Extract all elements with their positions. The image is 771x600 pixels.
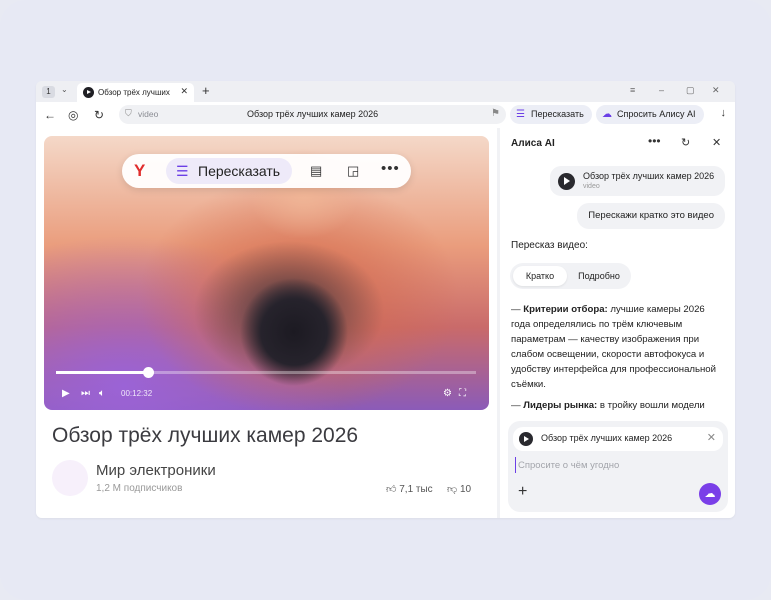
video-progress-fill bbox=[56, 371, 149, 374]
overlay-retell-label: Пересказать bbox=[198, 163, 281, 179]
settings-gear-icon[interactable]: ⚙ bbox=[443, 388, 452, 399]
tab-close-icon[interactable]: ✕ bbox=[180, 86, 188, 97]
new-tab-icon[interactable]: + bbox=[202, 83, 210, 98]
minimize-icon[interactable]: – bbox=[659, 85, 664, 95]
video-time: 00:12:32 bbox=[121, 389, 153, 398]
context-chip[interactable]: Обзор трёх лучших камер 2026 ✕ bbox=[513, 427, 723, 451]
video-title: Обзор трёх лучших камер 2026 bbox=[52, 424, 359, 447]
retell-icon: ☰ bbox=[176, 163, 189, 179]
address-bar[interactable]: ⛉ video Обзор трёх лучших камер 2026 ⚑ bbox=[119, 105, 506, 124]
picture-in-picture-icon[interactable]: ◲ bbox=[347, 163, 359, 179]
tab-strip: 1 ⌄ Обзор трёх лучших ✕ + ≡ – ▢ ✕ bbox=[36, 81, 735, 102]
panel-more-icon[interactable]: ••• bbox=[648, 134, 661, 148]
summary-point: — Лидеры рынка: в тройку вошли модели bbox=[511, 398, 726, 413]
alice-icon: ☁ bbox=[602, 109, 612, 120]
next-icon[interactable]: ⏭ bbox=[81, 388, 90, 399]
yandex-logo-icon[interactable]: Y bbox=[134, 161, 145, 181]
remove-context-icon[interactable]: ✕ bbox=[707, 431, 716, 444]
back-arrow-icon[interactable]: ← bbox=[44, 108, 56, 122]
retell-button[interactable]: ☰ Пересказать bbox=[510, 105, 592, 124]
alice-side-panel: Алиса AI ••• ↻ ✕ Обзор трёх лучших камер… bbox=[500, 128, 735, 518]
video-favicon-icon bbox=[83, 87, 94, 98]
dislike-button[interactable]: 👎︎ 10 bbox=[447, 483, 471, 495]
video-page: Y ☰ Пересказать ▤ ◲ ••• ▶ ⏭ 🔈︎ 00:12:32 … bbox=[36, 128, 497, 518]
browser-window: 1 ⌄ Обзор трёх лучших ✕ + ≡ – ▢ ✕ ← ◎ ↻ … bbox=[36, 81, 735, 518]
video-progress-knob[interactable] bbox=[143, 367, 155, 378]
chevron-down-icon[interactable]: ⌄ bbox=[61, 85, 68, 94]
point-heading: Критерии отбора: bbox=[523, 304, 608, 315]
panel-close-icon[interactable]: ✕ bbox=[712, 136, 721, 149]
channel-name[interactable]: Мир электроники bbox=[96, 462, 216, 479]
point-heading: Лидеры рынка: bbox=[523, 400, 598, 411]
message-composer: Обзор трёх лучших камер 2026 ✕ + ☁ bbox=[508, 421, 728, 512]
like-button[interactable]: 👍︎ 7,1 тыс bbox=[386, 483, 433, 495]
bullet-dash: — bbox=[511, 400, 524, 411]
video-progress-bar[interactable] bbox=[56, 367, 476, 378]
maximize-icon[interactable]: ▢ bbox=[686, 85, 695, 96]
attach-plus-icon[interactable]: + bbox=[518, 484, 527, 500]
screenshot-frame: 1 ⌄ Обзор трёх лучших ✕ + ≡ – ▢ ✕ ← ◎ ↻ … bbox=[0, 0, 771, 600]
video-player[interactable]: Y ☰ Пересказать ▤ ◲ ••• ▶ ⏭ 🔈︎ 00:12:32 … bbox=[44, 136, 489, 410]
seg-short[interactable]: Кратко bbox=[513, 266, 567, 286]
tab-active[interactable]: Обзор трёх лучших ✕ bbox=[77, 83, 194, 102]
tab-title: Обзор трёх лучших bbox=[98, 88, 170, 97]
point-text: лучшие камеры 2026 года определялись по … bbox=[511, 304, 717, 390]
menu-icon[interactable]: ≡ bbox=[630, 85, 635, 95]
panel-title: Алиса AI bbox=[511, 138, 555, 149]
point-text: в тройку вошли модели bbox=[597, 400, 705, 411]
reload-icon[interactable]: ↻ bbox=[94, 108, 104, 122]
alice-send-button[interactable]: ☁ bbox=[699, 483, 721, 505]
video-chip-title: Обзор трёх лучших камер 2026 bbox=[583, 171, 715, 181]
close-window-icon[interactable]: ✕ bbox=[712, 85, 720, 96]
message-input[interactable] bbox=[515, 457, 715, 473]
channel-avatar[interactable] bbox=[52, 460, 88, 496]
video-play-icon bbox=[519, 432, 533, 446]
video-overlay-toolbar: Y ☰ Пересказать ▤ ◲ ••• bbox=[122, 154, 411, 188]
dislike-count: 10 bbox=[459, 484, 472, 495]
tab-count-badge[interactable]: 1 bbox=[42, 86, 55, 98]
seg-detailed[interactable]: Подробно bbox=[570, 266, 628, 286]
summary-length-toggle: Кратко Подробно bbox=[510, 263, 631, 289]
user-message: Перескажи кратко это видео bbox=[577, 203, 725, 229]
ask-alice-button[interactable]: ☁ Спросить Алису AI bbox=[596, 105, 704, 124]
download-icon[interactable]: ↓ bbox=[721, 107, 727, 119]
summary-point: — Критерии отбора: лучшие камеры 2026 го… bbox=[511, 302, 726, 392]
answer-heading: Пересказ видео: bbox=[511, 240, 588, 251]
retell-button-label: Пересказать bbox=[531, 109, 584, 119]
retell-icon: ☰ bbox=[516, 109, 525, 120]
video-play-icon bbox=[558, 173, 575, 190]
url-host: video bbox=[138, 109, 159, 119]
video-chip-source: video bbox=[583, 183, 600, 190]
summary-answer: — Критерии отбора: лучшие камеры 2026 го… bbox=[511, 302, 726, 419]
subscriber-count: 1,2 М подписчиков bbox=[96, 483, 183, 494]
like-count: 7,1 тыс bbox=[399, 484, 433, 495]
overlay-retell-button[interactable]: ☰ Пересказать bbox=[166, 158, 293, 184]
bookmark-icon[interactable]: ⚑ bbox=[491, 108, 500, 119]
play-icon[interactable]: ▶ bbox=[62, 388, 70, 399]
refresh-icon[interactable]: ↻ bbox=[681, 136, 690, 149]
shield-icon: ⛉ bbox=[125, 108, 132, 118]
browser-toolbar: ← ◎ ↻ ⛉ video Обзор трёх лучших камер 20… bbox=[36, 102, 735, 128]
thumbs-down-icon: 👎︎ bbox=[447, 484, 458, 495]
video-reference-chip[interactable]: Обзор трёх лучших камер 2026 video bbox=[550, 166, 725, 196]
more-icon[interactable]: ••• bbox=[381, 160, 400, 177]
ask-alice-label: Спросить Алису AI bbox=[617, 109, 696, 119]
url-page-title: Обзор трёх лучших камер 2026 bbox=[247, 109, 379, 119]
context-chip-title: Обзор трёх лучших камер 2026 bbox=[541, 433, 673, 443]
profile-icon[interactable]: ◎ bbox=[68, 108, 78, 122]
bullet-dash: — bbox=[511, 304, 524, 315]
subtitles-icon[interactable]: ▤ bbox=[310, 163, 322, 179]
fullscreen-icon[interactable]: ⛶ bbox=[459, 388, 466, 399]
thumbs-up-icon: 👍︎ bbox=[386, 484, 397, 495]
volume-icon[interactable]: 🔈︎ bbox=[99, 388, 105, 399]
